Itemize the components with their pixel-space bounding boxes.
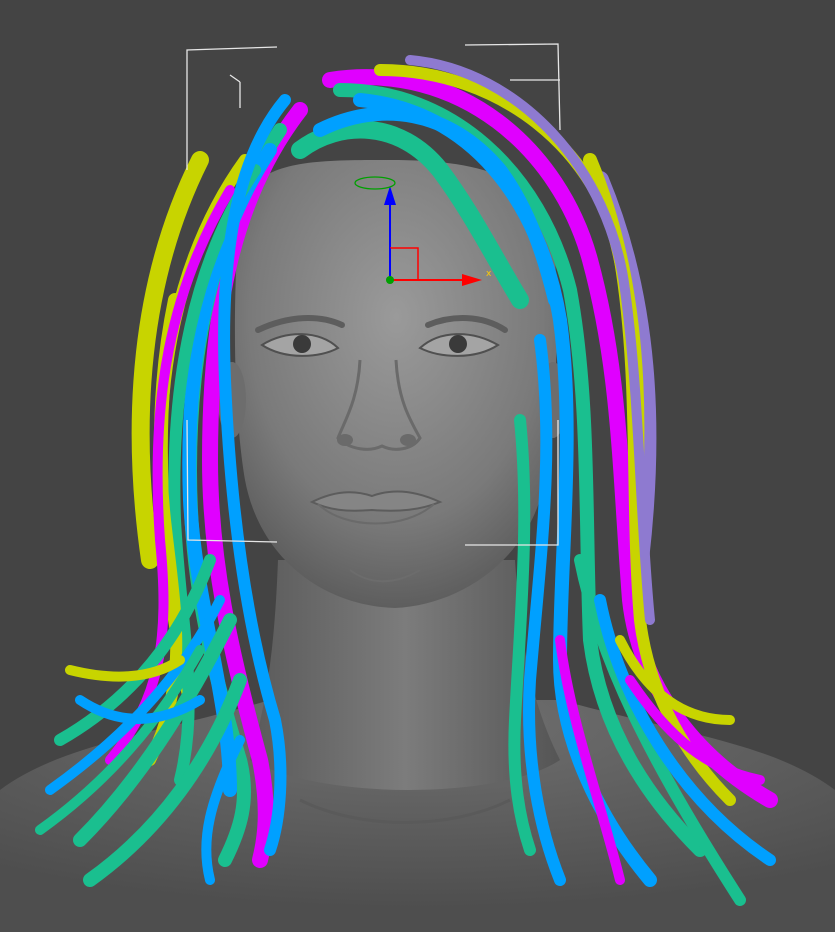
- head: [218, 160, 567, 608]
- scene-render: x: [0, 43, 835, 932]
- viewport-3d[interactable]: x: [0, 0, 835, 932]
- gizmo-x-label: x: [486, 269, 492, 279]
